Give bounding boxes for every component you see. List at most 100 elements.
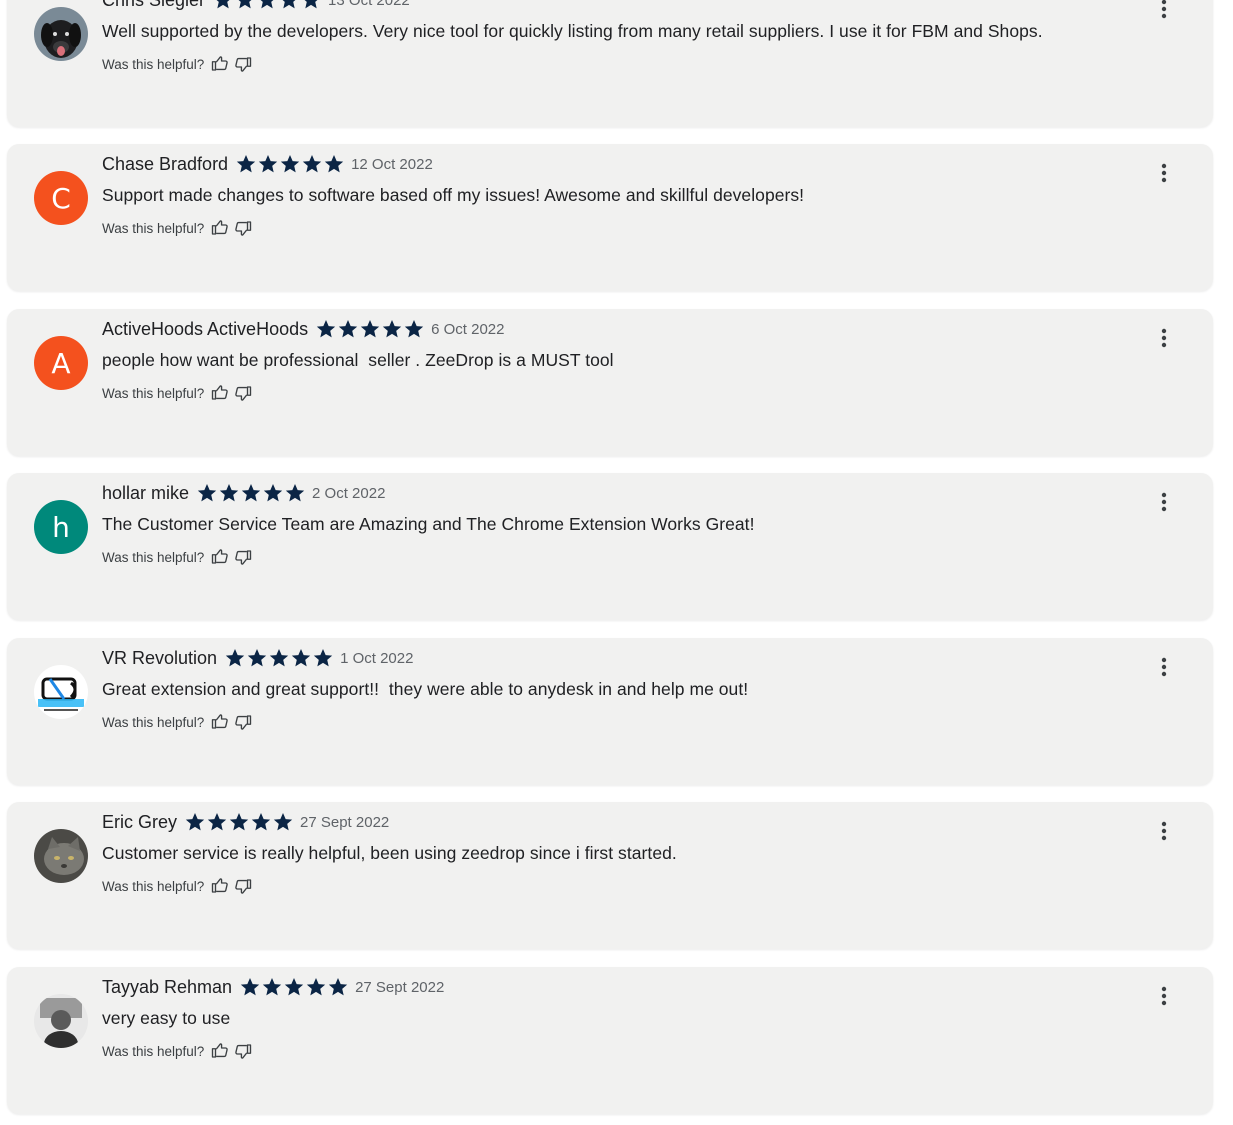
star-icon [284, 978, 304, 996]
review-text: very easy to use [102, 1008, 231, 1028]
thumbs-up-icon[interactable] [211, 548, 229, 566]
review-header: Chris Siegler 13 Oct 2022 [102, 0, 410, 10]
star-rating [315, 318, 425, 340]
thumbs-down-icon[interactable] [234, 877, 252, 895]
more-vert-icon [1161, 986, 1167, 1006]
star-icon [291, 649, 311, 667]
person-photo-avatar [34, 994, 88, 1048]
helpful-label: Was this helpful? [102, 385, 205, 401]
review-card: Chris Siegler 13 Oct 2022 Well supported… [7, 0, 1213, 127]
star-icon [404, 320, 424, 338]
more-options-button[interactable] [1154, 490, 1174, 514]
star-icon [185, 813, 205, 831]
thumbs-down-icon[interactable] [234, 55, 252, 73]
star-icon [263, 484, 283, 502]
more-vert-icon [1161, 657, 1167, 677]
star-icon [324, 155, 344, 173]
avatar: C [34, 171, 88, 225]
more-options-button[interactable] [1154, 819, 1174, 843]
avatar-letter: A [51, 346, 71, 380]
star-icon [338, 320, 358, 338]
review-date: 27 Sept 2022 [355, 978, 445, 996]
thumbs-up-icon[interactable] [211, 219, 229, 237]
helpful-row: Was this helpful? [102, 1042, 257, 1060]
more-options-button[interactable] [1154, 655, 1174, 679]
star-icon [258, 155, 278, 173]
star-icon [241, 484, 261, 502]
review-header: hollar mike 2 Oct 2022 [102, 483, 385, 503]
review-text: Support made changes to software based o… [102, 185, 805, 205]
review-date: 1 Oct 2022 [340, 649, 414, 667]
helpful-row: Was this helpful? [102, 219, 257, 237]
reviewer-name: Chase Bradford [102, 153, 229, 174]
star-icon [280, 155, 300, 173]
review-header: ActiveHoods ActiveHoods 6 Oct 2022 [102, 319, 505, 339]
thumbs-down-icon[interactable] [234, 219, 252, 237]
star-icon [382, 320, 402, 338]
more-options-button[interactable] [1154, 161, 1174, 185]
more-vert-icon [1161, 492, 1167, 512]
thumbs-up-icon[interactable] [211, 877, 229, 895]
star-icon [238, 0, 252, 9]
helpful-label: Was this helpful? [102, 56, 205, 72]
star-icon [328, 978, 348, 996]
reviewer-name: Chris Siegler [102, 0, 205, 11]
reviews-list: Chris Siegler 13 Oct 2022 Well supported… [0, 0, 1233, 1125]
more-options-button[interactable] [1154, 0, 1174, 21]
thumbs-down-icon[interactable] [234, 384, 252, 402]
thumbs-down-icon[interactable] [234, 548, 252, 566]
review-text: Well supported by the developers. Very n… [102, 21, 1043, 41]
review-date: 13 Oct 2022 [328, 0, 410, 9]
star-icon [236, 155, 256, 173]
star-icon [304, 0, 318, 9]
more-vert-icon [1161, 821, 1167, 841]
thumbs-down-icon[interactable] [234, 713, 252, 731]
avatar [34, 994, 88, 1048]
thumbs-up-icon[interactable] [211, 1042, 229, 1060]
review-date: 27 Sept 2022 [300, 813, 390, 831]
review-text: The Customer Service Team are Amazing an… [102, 514, 755, 534]
avatar: h [34, 500, 88, 554]
helpful-label: Was this helpful? [102, 1043, 205, 1059]
thumbs-up-icon[interactable] [211, 55, 229, 73]
avatar [34, 829, 88, 883]
review-header: Tayyab Rehman 27 Sept 2022 [102, 977, 444, 997]
star-icon [247, 649, 267, 667]
thumbs-down-icon[interactable] [234, 1042, 252, 1060]
star-rating [235, 153, 345, 175]
star-rating [224, 647, 334, 669]
review-header: Eric Grey 27 Sept 2022 [102, 812, 389, 832]
avatar: A [34, 336, 88, 390]
review-text: Customer service is really helpful, been… [102, 843, 677, 863]
helpful-label: Was this helpful? [102, 549, 205, 565]
more-vert-icon [1161, 163, 1167, 183]
avatar [34, 7, 88, 61]
star-rating [212, 0, 322, 11]
star-rating [196, 482, 306, 504]
star-icon [251, 813, 271, 831]
thumbs-up-icon[interactable] [211, 384, 229, 402]
star-icon [240, 978, 260, 996]
reviewer-name: Tayyab Rehman [102, 976, 233, 997]
star-icon [306, 978, 326, 996]
thumbs-up-icon[interactable] [211, 713, 229, 731]
review-date: 2 Oct 2022 [312, 484, 386, 502]
avatar [34, 665, 88, 719]
more-options-button[interactable] [1154, 326, 1174, 350]
reviewer-name: VR Revolution [102, 647, 218, 668]
star-icon [269, 649, 289, 667]
review-card: VR Revolution 1 Oct 2022 Great extension… [7, 638, 1213, 785]
review-card: Tayyab Rehman 27 Sept 2022 very easy to … [7, 967, 1213, 1114]
reviewer-name: hollar mike [102, 482, 190, 503]
helpful-label: Was this helpful? [102, 714, 205, 730]
star-icon [197, 484, 217, 502]
more-vert-icon [1161, 0, 1167, 19]
star-icon [302, 155, 322, 173]
vr-revolution-logo [34, 665, 88, 719]
avatar-letter: h [52, 510, 70, 544]
review-card: A ActiveHoods ActiveHoods 6 Oct 2022 peo… [7, 309, 1213, 456]
helpful-row: Was this helpful? [102, 713, 257, 731]
more-options-button[interactable] [1154, 984, 1174, 1008]
helpful-row: Was this helpful? [102, 548, 257, 566]
helpful-row: Was this helpful? [102, 384, 257, 402]
